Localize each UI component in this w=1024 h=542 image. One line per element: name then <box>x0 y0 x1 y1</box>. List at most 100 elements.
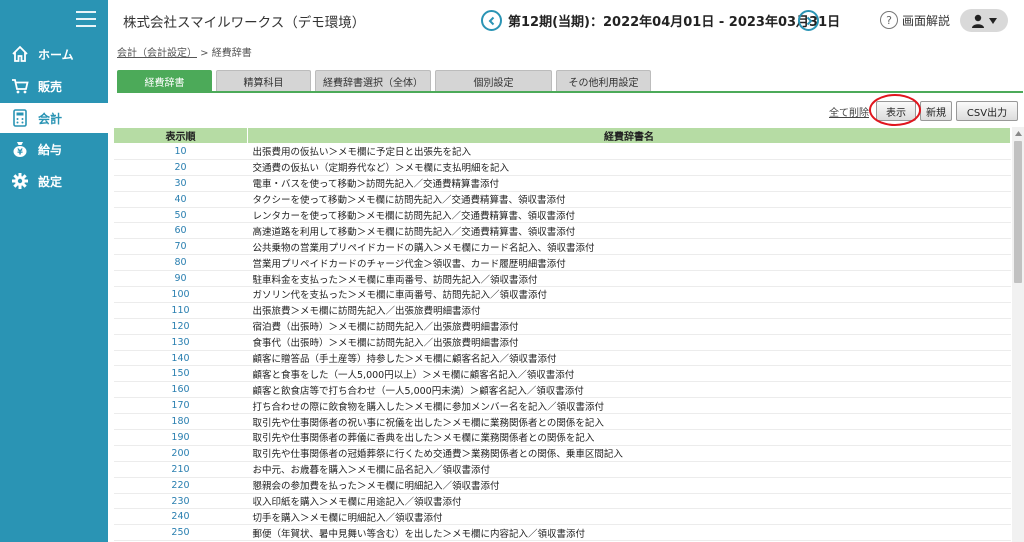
csv-export-button[interactable]: CSV出力 <box>956 101 1018 121</box>
gear-icon <box>11 172 29 190</box>
table-row[interactable]: 160 顧客と飲食店等で打ち合わせ（一人5,000円未満）＞顧客名記入／領収書添付 <box>113 381 1011 399</box>
tab-underline <box>117 91 1023 93</box>
sidebar: ホーム 販売 会計 ¥ 給与 設定 <box>0 0 108 542</box>
row-order-link[interactable]: 250 <box>113 524 248 542</box>
table-row[interactable]: 30 電車・バスを使って移動＞訪問先記入／交通費精算書添付 <box>113 175 1011 192</box>
row-dictionary-name: タクシーを使って移動＞メモ欄に訪問先記入／交通費精算書、領収書添付 <box>247 191 1011 208</box>
table-row[interactable]: 150 顧客と食事をした（一人5,000円以上）＞メモ欄に顧客名記入／領収書添付 <box>113 365 1011 383</box>
row-order-link[interactable]: 120 <box>113 318 248 335</box>
row-order-link[interactable]: 50 <box>113 207 248 224</box>
sidebar-item-payroll[interactable]: ¥ 給与 <box>0 134 108 164</box>
row-dictionary-name: 収入印紙を購入＞メモ欄に用途記入／領収書添付 <box>247 493 1011 510</box>
row-order-link[interactable]: 160 <box>113 381 248 399</box>
hamburger-menu-icon[interactable] <box>76 11 96 27</box>
row-dictionary-name: 高速道路を利用して移動＞メモ欄に訪問先記入／交通費精算書、領収書添付 <box>247 222 1011 240</box>
tab-individual-settings[interactable]: 個別設定 <box>435 70 552 91</box>
tab-settlement-accounts[interactable]: 精算科目 <box>216 70 311 91</box>
fiscal-period: 第12期(当期)：2022年04月01日 - 2023年03月31日 <box>508 15 841 30</box>
scrollbar-thumb[interactable] <box>1014 141 1022 283</box>
company-name: 株式会社スマイルワークス（デモ環境） <box>123 15 366 31</box>
row-order-link[interactable]: 80 <box>113 254 248 272</box>
new-button[interactable]: 新規 <box>920 101 952 121</box>
table-row[interactable]: 50 レンタカーを使って移動＞メモ欄に訪問先記入／交通費精算書、領収書添付 <box>113 207 1011 224</box>
row-dictionary-name: 打ち合わせの際に飲食物を購入した＞メモ欄に参加メンバー名を記入／領収書添付 <box>247 397 1011 415</box>
sidebar-item-sales[interactable]: 販売 <box>0 71 108 101</box>
row-dictionary-name: 切手を購入＞メモ欄に明細記入／領収書添付 <box>247 508 1011 526</box>
row-order-link[interactable]: 220 <box>113 477 248 494</box>
row-order-link[interactable]: 40 <box>113 191 248 208</box>
row-order-link[interactable]: 130 <box>113 334 248 351</box>
row-dictionary-name: 宿泊費（出張時）＞メモ欄に訪問先記入／出張旅費明細書添付 <box>247 318 1011 335</box>
sidebar-item-home[interactable]: ホーム <box>0 39 108 69</box>
row-dictionary-name: 出張費用の仮払い＞メモ欄に予定日と出張先を記入 <box>247 143 1011 160</box>
row-dictionary-name: 顧客と食事をした（一人5,000円以上）＞メモ欄に顧客名記入／領収書添付 <box>247 365 1011 383</box>
table-row[interactable]: 240 切手を購入＞メモ欄に明細記入／領収書添付 <box>113 508 1011 526</box>
screen-help-link[interactable]: 画面解説 <box>902 12 950 29</box>
display-button[interactable]: 表示 <box>876 101 916 121</box>
table-row[interactable]: 140 顧客に贈答品（手土産等）持参した＞メモ欄に顧客名記入／領収書添付 <box>113 350 1011 367</box>
row-order-link[interactable]: 150 <box>113 365 248 383</box>
table-row[interactable]: 250 郵便（年賀状、暑中見舞い等含む）を出した＞メモ欄に内容記入／領収書添付 <box>113 524 1011 542</box>
column-header-order[interactable]: 表示順 <box>113 127 248 144</box>
row-order-link[interactable]: 30 <box>113 175 248 192</box>
table-row[interactable]: 230 収入印紙を購入＞メモ欄に用途記入／領収書添付 <box>113 493 1011 510</box>
vertical-scrollbar[interactable] <box>1012 127 1024 542</box>
row-order-link[interactable]: 140 <box>113 350 248 367</box>
row-dictionary-name: 食事代（出張時）＞メモ欄に訪問先記入／出張旅費明細書添付 <box>247 334 1011 351</box>
row-order-link[interactable]: 100 <box>113 286 248 303</box>
row-order-link[interactable]: 10 <box>113 143 248 160</box>
row-order-link[interactable]: 20 <box>113 159 248 176</box>
tab-expense-dictionary[interactable]: 経費辞書 <box>117 70 212 91</box>
breadcrumb-parent-link[interactable]: 会計（会計設定） <box>117 48 197 59</box>
row-dictionary-name: 顧客に贈答品（手土産等）持参した＞メモ欄に顧客名記入／領収書添付 <box>247 350 1011 367</box>
row-order-link[interactable]: 70 <box>113 238 248 256</box>
home-icon <box>11 45 29 63</box>
user-menu-button[interactable] <box>960 9 1008 32</box>
table-row[interactable]: 90 駐車料金を支払った＞メモ欄に車両番号、訪問先記入／領収書添付 <box>113 270 1011 288</box>
row-order-link[interactable]: 170 <box>113 397 248 415</box>
table-row[interactable]: 80 営業用プリペイドカードのチャージ代金＞領収書、カード履歴明細書添付 <box>113 254 1011 272</box>
help-icon[interactable]: ? <box>880 11 898 29</box>
scroll-up-arrow-icon[interactable] <box>1012 127 1024 139</box>
table-row[interactable]: 100 ガソリン代を支払った＞メモ欄に車両番号、訪問先記入／領収書添付 <box>113 286 1011 303</box>
row-order-link[interactable]: 210 <box>113 461 248 478</box>
table-row[interactable]: 60 高速道路を利用して移動＞メモ欄に訪問先記入／交通費精算書、領収書添付 <box>113 222 1011 240</box>
table-row[interactable]: 20 交通費の仮払い（定期券代など）＞メモ欄に支払明細を記入 <box>113 159 1011 176</box>
column-header-name[interactable]: 経費辞書名 <box>247 127 1011 144</box>
table-row[interactable]: 70 公共乗物の営業用プリペイドカードの購入＞メモ欄にカード名記入、領収書添付 <box>113 238 1011 256</box>
tab-dictionary-selection-all[interactable]: 経費辞書選択（全体） <box>315 70 431 91</box>
calculator-icon <box>11 109 29 127</box>
table-row[interactable]: 120 宿泊費（出張時）＞メモ欄に訪問先記入／出張旅費明細書添付 <box>113 318 1011 335</box>
row-order-link[interactable]: 90 <box>113 270 248 288</box>
row-dictionary-name: 公共乗物の営業用プリペイドカードの購入＞メモ欄にカード名記入、領収書添付 <box>247 238 1011 256</box>
row-order-link[interactable]: 230 <box>113 493 248 510</box>
table-row[interactable]: 110 出張旅費＞メモ欄に訪問先記入／出張旅費明細書添付 <box>113 302 1011 319</box>
table-row[interactable]: 170 打ち合わせの際に飲食物を購入した＞メモ欄に参加メンバー名を記入／領収書添付 <box>113 397 1011 415</box>
tab-other-settings[interactable]: その他利用設定 <box>556 70 651 91</box>
row-order-link[interactable]: 240 <box>113 508 248 526</box>
table-row[interactable]: 210 お中元、お歳暮を購入＞メモ欄に品名記入／領収書添付 <box>113 461 1011 478</box>
row-order-link[interactable]: 60 <box>113 222 248 240</box>
table-row[interactable]: 220 懇親会の参加費を払った＞メモ欄に明細記入／領収書添付 <box>113 477 1011 494</box>
sidebar-item-label: 会計 <box>38 111 63 126</box>
table-row[interactable]: 40 タクシーを使って移動＞メモ欄に訪問先記入／交通費精算書、領収書添付 <box>113 191 1011 208</box>
table-row[interactable]: 130 食事代（出張時）＞メモ欄に訪問先記入／出張旅費明細書添付 <box>113 334 1011 351</box>
delete-all-link[interactable]: 全て削除 <box>829 104 869 119</box>
breadcrumb: 会計（会計設定） > 経費辞書 <box>117 44 252 59</box>
row-order-link[interactable]: 190 <box>113 429 248 446</box>
previous-period-button[interactable] <box>481 10 502 31</box>
row-order-link[interactable]: 110 <box>113 302 248 319</box>
row-order-link[interactable]: 200 <box>113 445 248 462</box>
money-bag-icon: ¥ <box>11 140 29 158</box>
row-dictionary-name: レンタカーを使って移動＞メモ欄に訪問先記入／交通費精算書、領収書添付 <box>247 207 1011 224</box>
table-row[interactable]: 200 取引先や仕事関係者の冠婚葬祭に行くため交通費＞業務関係者との関係、乗車区間… <box>113 445 1011 462</box>
sidebar-item-accounting[interactable]: 会計 <box>0 103 108 133</box>
sidebar-item-settings[interactable]: 設定 <box>0 166 108 196</box>
row-order-link[interactable]: 180 <box>113 413 248 431</box>
table-row[interactable]: 190 取引先や仕事関係者の葬儀に香典を出した＞メモ欄に業務関係者との関係を記入 <box>113 429 1011 446</box>
next-period-button[interactable] <box>798 10 819 31</box>
table-row[interactable]: 180 取引先や仕事関係者の祝い事に祝儀を出した＞メモ欄に業務関係者との関係を記入 <box>113 413 1011 431</box>
breadcrumb-separator: > <box>197 48 212 59</box>
row-dictionary-name: 電車・バスを使って移動＞訪問先記入／交通費精算書添付 <box>247 175 1011 192</box>
table-row[interactable]: 10 出張費用の仮払い＞メモ欄に予定日と出張先を記入 <box>113 143 1011 160</box>
